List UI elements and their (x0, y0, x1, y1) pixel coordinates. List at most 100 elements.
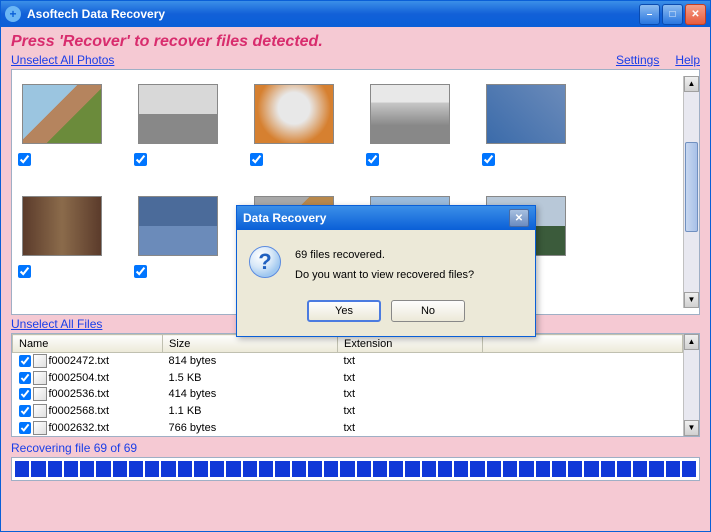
progress-segment (194, 461, 208, 477)
file-scroll-down-button[interactable]: ▼ (684, 420, 699, 436)
file-checkbox[interactable] (19, 372, 31, 384)
progress-segment (31, 461, 45, 477)
table-row[interactable]: f0002504.txt 1.5 KBtxt (13, 369, 683, 386)
progress-segment (633, 461, 647, 477)
photo-thumb[interactable] (18, 76, 106, 184)
column-header-name[interactable]: Name (13, 335, 163, 353)
file-icon (33, 354, 47, 368)
instruction-text: Press 'Recover' to recover files detecte… (11, 33, 700, 51)
progress-segment (357, 461, 371, 477)
progress-segment (113, 461, 127, 477)
thumb-image[interactable] (370, 84, 450, 144)
photo-thumb[interactable] (18, 300, 106, 308)
photo-scrollbar[interactable]: ▲ ▼ (683, 76, 699, 308)
progress-segment (470, 461, 484, 477)
thumb-image[interactable] (138, 196, 218, 256)
file-scroll-up-button[interactable]: ▲ (684, 334, 699, 350)
close-button[interactable]: ✕ (685, 4, 706, 25)
unselect-all-files-link[interactable]: Unselect All Files (11, 317, 102, 331)
file-name: f0002632.txt (49, 422, 110, 434)
file-name: f0002536.txt (49, 388, 110, 400)
progress-segment (519, 461, 533, 477)
file-checkbox[interactable] (19, 422, 31, 434)
table-row[interactable]: f0002568.txt1.1 KBtxt (13, 403, 683, 420)
dialog-close-button[interactable]: ✕ (509, 209, 529, 227)
thumb-checkbox[interactable] (18, 265, 31, 278)
photo-thumb[interactable] (482, 76, 570, 184)
photo-thumb[interactable] (366, 76, 454, 184)
file-icon (33, 421, 47, 435)
progress-segment (568, 461, 582, 477)
help-link[interactable]: Help (675, 53, 700, 67)
thumb-checkbox[interactable] (18, 153, 31, 166)
scroll-thumb[interactable] (685, 142, 698, 232)
dialog-line1: 69 files recovered. (295, 246, 474, 266)
thumb-image[interactable] (254, 84, 334, 144)
progress-segment (584, 461, 598, 477)
thumb-checkbox[interactable] (134, 153, 147, 166)
file-checkbox[interactable] (19, 355, 31, 367)
progress-segment (226, 461, 240, 477)
file-checkbox[interactable] (19, 388, 31, 400)
dialog-message: 69 files recovered. Do you want to view … (295, 246, 474, 286)
file-scrollbar[interactable]: ▲ ▼ (683, 334, 699, 436)
progress-segment (275, 461, 289, 477)
column-header-extension[interactable]: Extension (338, 335, 483, 353)
yes-button[interactable]: Yes (307, 300, 381, 322)
scroll-track[interactable] (684, 92, 699, 292)
progress-segment (405, 461, 419, 477)
thumb-image[interactable] (486, 84, 566, 144)
file-table: Name Size Extension f0002472.txt814 byte… (12, 334, 683, 436)
thumb-checkbox[interactable] (134, 265, 147, 278)
dialog-titlebar: Data Recovery ✕ (237, 206, 535, 230)
scroll-down-button[interactable]: ▼ (684, 292, 699, 308)
progress-segment (487, 461, 501, 477)
file-extension: txt (338, 403, 483, 420)
progress-segment (161, 461, 175, 477)
file-name: f0002504.txt (49, 372, 110, 384)
thumb-checkbox[interactable] (250, 153, 263, 166)
thumb-image[interactable] (22, 196, 102, 256)
minimize-button[interactable]: – (639, 4, 660, 25)
photo-thumb[interactable] (18, 188, 106, 296)
progress-segment (649, 461, 663, 477)
photo-thumb[interactable] (250, 76, 338, 184)
no-button[interactable]: No (391, 300, 465, 322)
thumb-image[interactable] (138, 84, 218, 144)
thumb-image[interactable] (22, 84, 102, 144)
scroll-up-button[interactable]: ▲ (684, 76, 699, 92)
progress-segment (15, 461, 29, 477)
unselect-all-photos-link[interactable]: Unselect All Photos (11, 53, 114, 67)
column-header-empty[interactable] (483, 335, 683, 353)
dialog-title: Data Recovery (243, 211, 509, 225)
progress-segment (96, 461, 110, 477)
thumb-checkbox[interactable] (366, 153, 379, 166)
progress-segment (210, 461, 224, 477)
table-row[interactable]: f0002632.txt766 bytestxt (13, 419, 683, 436)
photo-thumb[interactable] (134, 76, 222, 184)
file-checkbox[interactable] (19, 405, 31, 417)
photo-thumb[interactable] (134, 188, 222, 296)
file-size: 1.5 KB (163, 369, 338, 386)
file-extension: txt (338, 369, 483, 386)
table-row[interactable]: f0002536.txt414 bytestxt (13, 386, 683, 403)
settings-link[interactable]: Settings (616, 53, 659, 67)
file-table-panel: Name Size Extension f0002472.txt814 byte… (11, 333, 700, 437)
table-row[interactable]: f0002472.txt814 bytestxt (13, 353, 683, 370)
progress-segment (324, 461, 338, 477)
file-scroll-track[interactable] (684, 350, 699, 420)
progress-segment (422, 461, 436, 477)
progress-segment (617, 461, 631, 477)
column-header-size[interactable]: Size (163, 335, 338, 353)
maximize-button[interactable]: □ (662, 4, 683, 25)
file-extension: txt (338, 386, 483, 403)
status-text: Recovering file 69 of 69 (11, 441, 700, 455)
progress-segment (259, 461, 273, 477)
progress-segment (178, 461, 192, 477)
progress-segment (292, 461, 306, 477)
progress-segment (438, 461, 452, 477)
file-icon (33, 371, 47, 385)
question-icon: ? (249, 246, 281, 278)
thumb-checkbox[interactable] (482, 153, 495, 166)
file-icon (33, 404, 47, 418)
